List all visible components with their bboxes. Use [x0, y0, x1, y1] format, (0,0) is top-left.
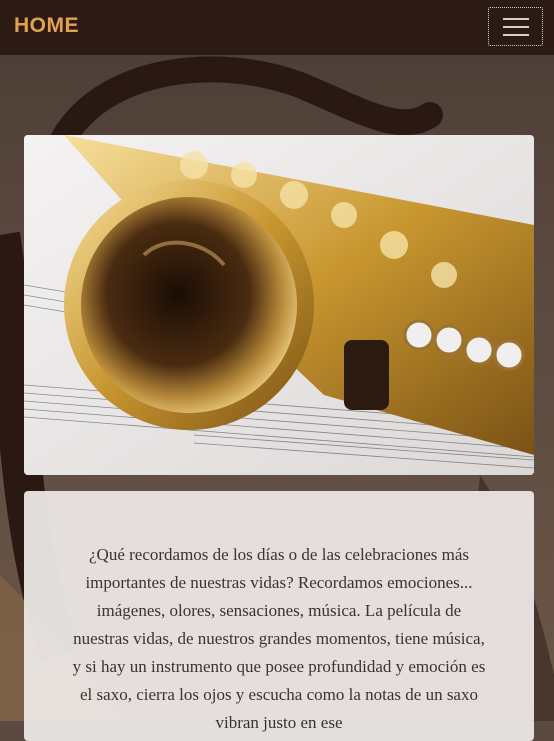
top-navbar: HOME	[0, 0, 554, 55]
home-link[interactable]: HOME	[14, 14, 79, 38]
intro-text: ¿Qué recordamos de los días o de las cel…	[72, 545, 486, 732]
saxophone-photo	[24, 135, 534, 475]
intro-card: ¿Qué recordamos de los días o de las cel…	[24, 491, 534, 741]
hero-image	[24, 135, 534, 475]
hamburger-menu-icon	[502, 17, 529, 36]
navbar-toggler-button[interactable]	[488, 7, 543, 46]
